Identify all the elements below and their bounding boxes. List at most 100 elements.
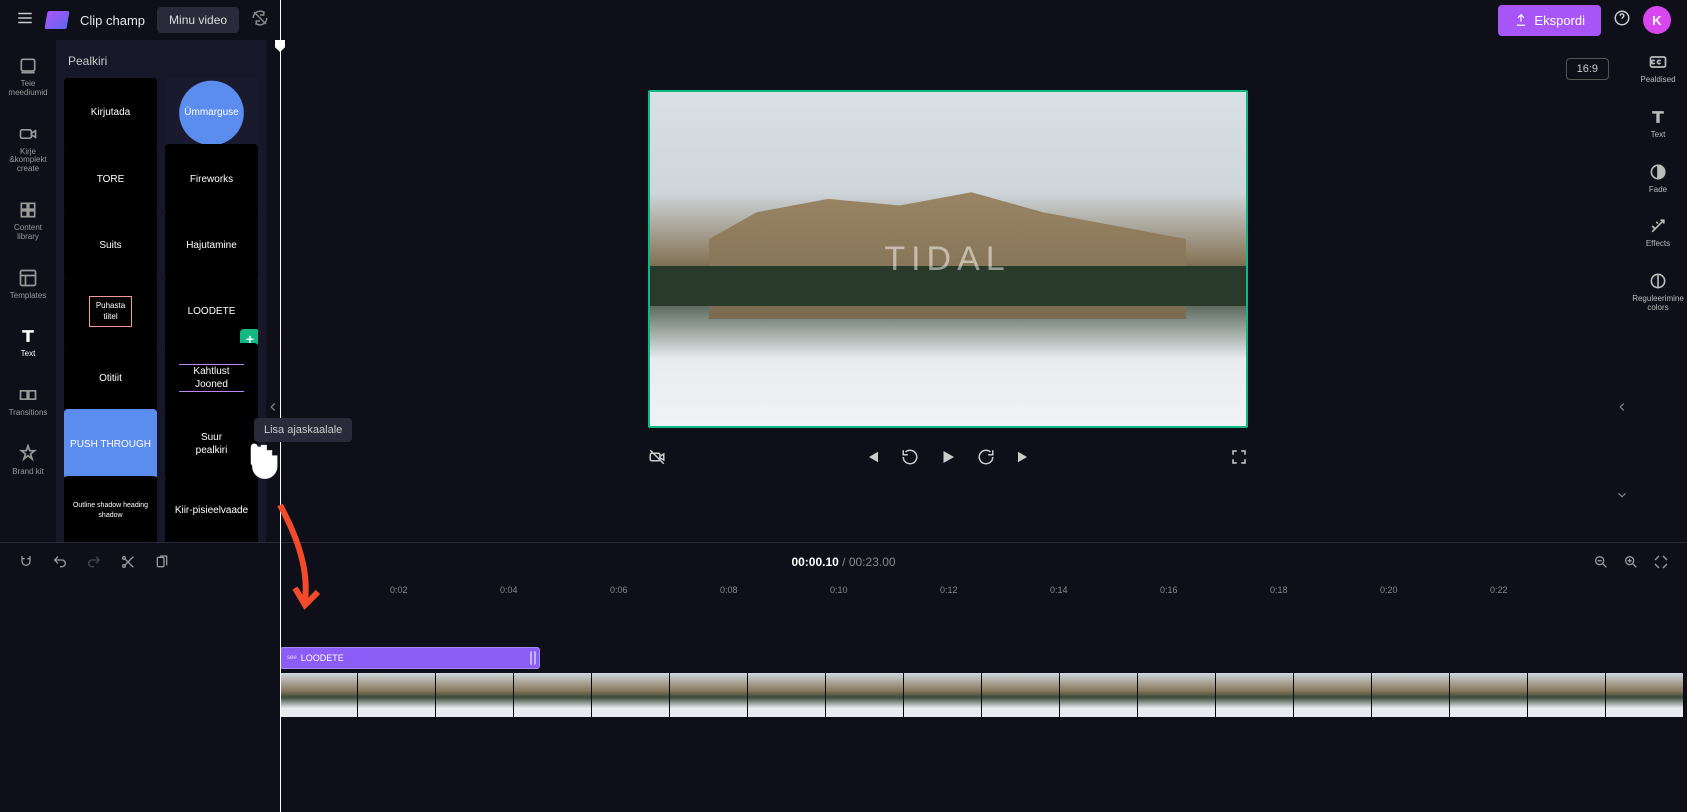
nav-item-record[interactable]: Kirje &komplekt create bbox=[0, 120, 56, 178]
brand-icon bbox=[18, 444, 38, 464]
media-icon bbox=[18, 56, 38, 76]
video-thumb bbox=[1528, 673, 1606, 717]
cc-icon bbox=[1648, 52, 1668, 72]
ruler-tick: 0:18 bbox=[1270, 585, 1288, 595]
colors-icon bbox=[1648, 271, 1668, 291]
nav-label: Brand kit bbox=[12, 468, 44, 477]
timeline-ruler[interactable]: 0:020:040:060:080:100:120:140:160:180:20… bbox=[280, 581, 1687, 601]
skip-forward-icon[interactable] bbox=[1015, 448, 1033, 466]
timeline-tracks[interactable]: see LOODETE bbox=[280, 601, 1687, 812]
panel-heading: Pealkiri bbox=[56, 40, 266, 78]
transitions-icon bbox=[18, 385, 38, 405]
current-time: 00:00.10 bbox=[791, 555, 838, 569]
title-preset-tile[interactable]: Suurpealkiri bbox=[165, 409, 258, 479]
nav-item-content[interactable]: Content library bbox=[10, 196, 46, 246]
title-preset-tile[interactable]: Puhastatiitel bbox=[64, 277, 157, 347]
title-preset-tile[interactable]: KahtlustJooned bbox=[165, 343, 258, 413]
ruler-tick: 0:06 bbox=[610, 585, 628, 595]
nav-label: Text bbox=[21, 350, 36, 359]
rewind-icon[interactable] bbox=[901, 448, 919, 466]
magnet-icon[interactable] bbox=[18, 554, 34, 570]
nav-label: Transitions bbox=[9, 409, 48, 418]
right-item-text[interactable]: Text bbox=[1648, 107, 1668, 140]
aspect-ratio-button[interactable]: 16:9 bbox=[1566, 58, 1609, 80]
video-thumb bbox=[1372, 673, 1450, 717]
help-icon[interactable] bbox=[1613, 9, 1631, 32]
video-thumb bbox=[670, 673, 748, 717]
video-thumb bbox=[1450, 673, 1528, 717]
nav-item-templates[interactable]: Templates bbox=[6, 264, 50, 305]
forward-icon[interactable] bbox=[977, 448, 995, 466]
title-preset-tile[interactable]: PUSH THROUGH bbox=[64, 409, 157, 479]
fullscreen-icon[interactable] bbox=[1230, 448, 1248, 466]
title-preset-tile[interactable]: Fireworks bbox=[165, 144, 258, 214]
video-title-button[interactable]: Minu video bbox=[157, 7, 239, 33]
title-preset-tile[interactable]: Otitiit bbox=[64, 343, 157, 413]
undo-icon[interactable] bbox=[52, 554, 68, 570]
playhead[interactable] bbox=[280, 0, 281, 812]
export-label: Ekspordi bbox=[1534, 13, 1585, 28]
title-clip[interactable]: see LOODETE bbox=[280, 647, 540, 669]
timeline-toolbar: 00:00.10 / 00:23.00 bbox=[0, 543, 1687, 581]
ruler-tick: 0:16 bbox=[1160, 585, 1178, 595]
text-titles-panel: Pealkiri KirjutadaÜmmarguseTOREFireworks… bbox=[56, 40, 266, 542]
video-thumb bbox=[514, 673, 592, 717]
title-preset-tile[interactable]: Suits bbox=[64, 211, 157, 281]
play-icon[interactable] bbox=[939, 448, 957, 466]
export-button[interactable]: Ekspordi bbox=[1498, 5, 1601, 36]
ruler-tick: 0:10 bbox=[830, 585, 848, 595]
hamburger-menu[interactable] bbox=[16, 9, 34, 32]
player-controls bbox=[648, 448, 1248, 466]
right-label: Effects bbox=[1646, 240, 1670, 249]
timeline: 00:00.10 / 00:23.00 0:020:040:060:080:10… bbox=[0, 542, 1687, 812]
right-item-fade[interactable]: Fade bbox=[1648, 162, 1668, 195]
video-track[interactable] bbox=[280, 673, 1687, 717]
redo-icon[interactable] bbox=[86, 554, 102, 570]
video-thumb bbox=[280, 673, 358, 717]
title-preset-tile[interactable]: TORE bbox=[64, 144, 157, 214]
nav-item-transitions[interactable]: Transitions bbox=[5, 381, 52, 422]
title-preset-tile[interactable]: Ümmarguse bbox=[165, 78, 258, 148]
zoom-in-icon[interactable] bbox=[1623, 554, 1639, 570]
video-thumb bbox=[358, 673, 436, 717]
right-label: Pealdised bbox=[1640, 76, 1675, 85]
nav-item-text[interactable]: Text bbox=[14, 322, 42, 363]
preview-title-overlay: TIDAL bbox=[884, 240, 1010, 279]
ruler-tick: 0:04 bbox=[500, 585, 518, 595]
sync-off-icon[interactable] bbox=[251, 9, 269, 32]
effects-icon bbox=[1648, 216, 1668, 236]
templates-icon bbox=[18, 268, 38, 288]
panel-collapse-icon[interactable] bbox=[266, 400, 280, 414]
nav-label: Kirje &komplekt create bbox=[4, 148, 52, 174]
nav-item-media[interactable]: Teie meediumid bbox=[0, 52, 56, 102]
ruler-tick: 0:14 bbox=[1050, 585, 1068, 595]
preview-area: 16:9 TIDAL bbox=[266, 40, 1629, 542]
video-thumb bbox=[1060, 673, 1138, 717]
app-logo bbox=[44, 11, 69, 29]
nav-label: Content library bbox=[14, 224, 42, 242]
avatar[interactable]: K bbox=[1643, 6, 1671, 34]
ruler-tick: 0:22 bbox=[1490, 585, 1508, 595]
zoom-out-icon[interactable] bbox=[1593, 554, 1609, 570]
video-thumb bbox=[1606, 673, 1684, 717]
video-preview[interactable]: TIDAL bbox=[648, 90, 1248, 428]
title-preset-tile[interactable]: LOODETE+ bbox=[165, 277, 258, 347]
split-icon[interactable] bbox=[120, 554, 136, 570]
title-preset-tile[interactable]: Kirjutada bbox=[64, 78, 157, 148]
right-collapse-icon[interactable] bbox=[1615, 400, 1629, 414]
title-preset-tile[interactable]: Hajutamine bbox=[165, 211, 258, 281]
camera-off-icon[interactable] bbox=[648, 448, 666, 466]
video-thumb bbox=[982, 673, 1060, 717]
right-label: Reguleerimine colors bbox=[1632, 295, 1684, 313]
right-item-cc[interactable]: Pealdised bbox=[1640, 52, 1675, 85]
copy-delete-icon[interactable] bbox=[154, 554, 170, 570]
right-expand-icon[interactable] bbox=[1615, 488, 1629, 507]
nav-item-brand[interactable]: Brand kit bbox=[8, 440, 48, 481]
title-preset-tile[interactable]: Kiir-pisieelvaade bbox=[165, 476, 258, 542]
right-item-effects[interactable]: Effects bbox=[1646, 216, 1670, 249]
title-preset-tile[interactable]: Outline shadow headingshadow bbox=[64, 476, 157, 542]
fit-icon[interactable] bbox=[1653, 554, 1669, 570]
skip-back-icon[interactable] bbox=[863, 448, 881, 466]
right-item-colors[interactable]: Reguleerimine colors bbox=[1632, 271, 1684, 313]
nav-label: Teie meediumid bbox=[4, 80, 52, 98]
